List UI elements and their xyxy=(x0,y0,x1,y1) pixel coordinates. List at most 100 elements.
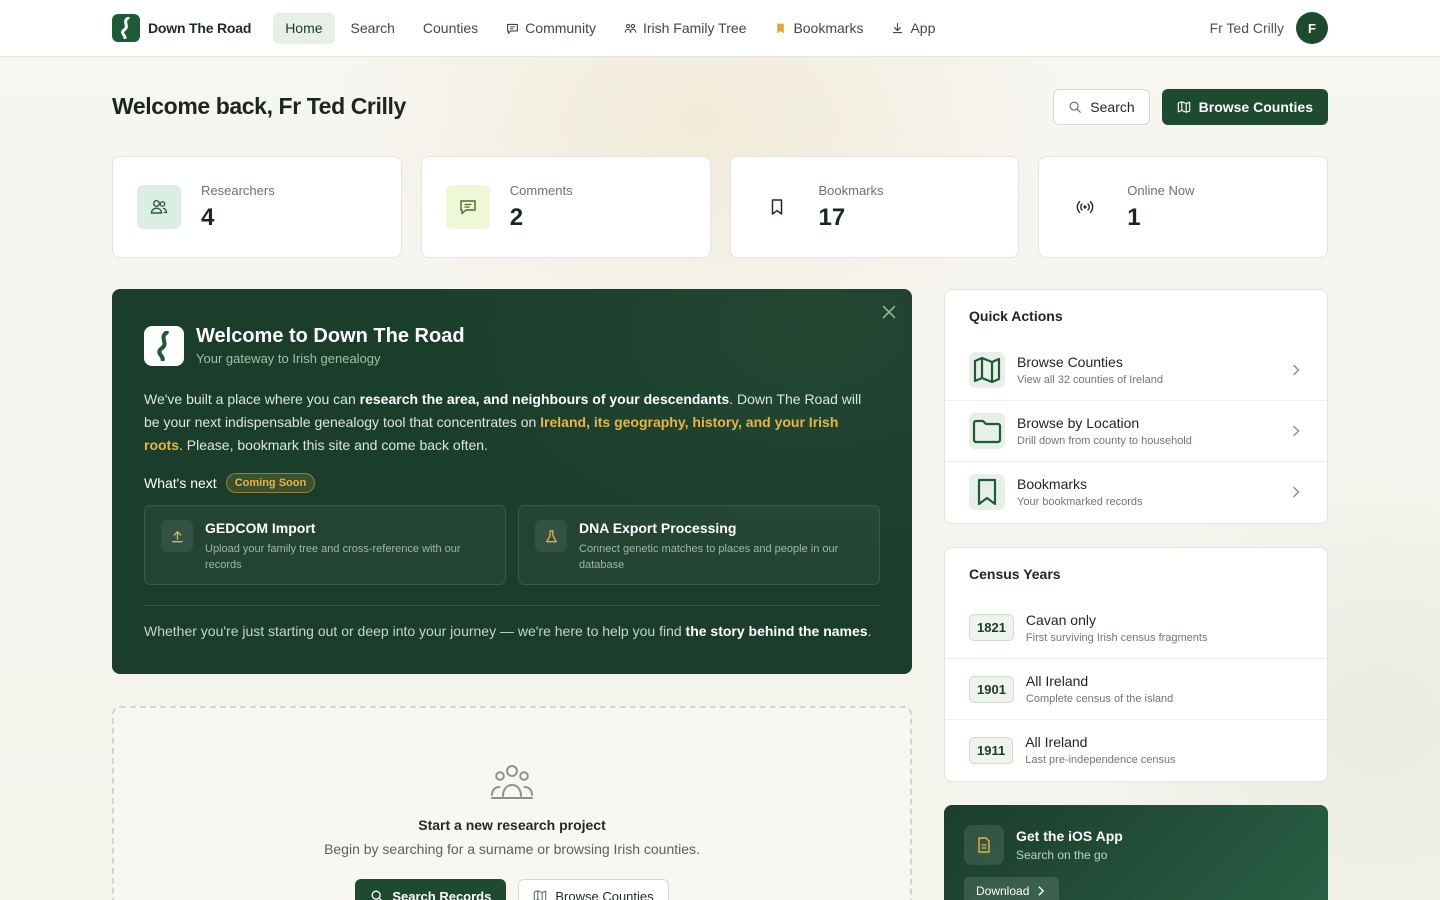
whats-next-label: What's next xyxy=(144,475,217,491)
feature-desc: Upload your family tree and cross-refere… xyxy=(205,543,461,571)
qa-title: Browse Counties xyxy=(1017,353,1123,370)
broadcast-icon xyxy=(1063,185,1107,229)
feature-title: DNA Export Processing xyxy=(579,520,737,536)
bookmark-icon xyxy=(755,185,799,229)
app-promo-subtitle: Search on the go xyxy=(1016,848,1108,862)
qa-desc: Drill down from county to household xyxy=(1017,435,1192,447)
stat-value: 17 xyxy=(818,203,846,231)
download-app-label: Download xyxy=(976,884,1030,898)
census-item: 1911 All Ireland Last pre-independence c… xyxy=(945,719,1327,780)
stat-value: 1 xyxy=(1127,203,1141,231)
census-year: 1901 xyxy=(969,675,1014,703)
stat-online-now: Online Now 1 xyxy=(1038,156,1328,258)
nav-bookmarks-label: Bookmarks xyxy=(793,20,864,36)
coming-soon-badge: Coming Soon xyxy=(225,473,316,493)
download-icon xyxy=(893,22,903,33)
feature-dna: DNA Export Processing Connect genetic ma… xyxy=(518,505,880,585)
stats-row: Researchers 4 Comments 2 Bookmarks 17 On… xyxy=(112,156,1328,258)
map-icon xyxy=(969,351,1005,388)
ios-app-card: Get the iOS App Search on the go Downloa… xyxy=(944,805,1328,900)
stat-label: Bookmarks xyxy=(818,182,884,198)
nav-search-label: Search xyxy=(350,20,395,36)
header-browse-counties-button[interactable]: Browse Counties xyxy=(1161,89,1328,125)
map-icon xyxy=(1177,101,1190,113)
search-records-label: Search Records xyxy=(392,888,492,900)
welcome-subtitle: Your gateway to Irish genealogy xyxy=(196,351,381,366)
brand-logo-icon xyxy=(112,14,140,42)
census-title: All Ireland xyxy=(1025,734,1088,750)
brand-name: Down The Road xyxy=(148,20,252,36)
welcome-card: Welcome to Down The Road Your gateway to… xyxy=(112,289,912,674)
nav-community[interactable]: Community xyxy=(494,13,608,44)
nav-home[interactable]: Home xyxy=(273,12,335,44)
census-desc: Complete census of the island xyxy=(1025,693,1174,705)
welcome-text: We've built a place where you can resear… xyxy=(144,391,862,453)
quick-action-browse-counties[interactable]: Browse Counties View all 32 counties of … xyxy=(945,339,1327,400)
upload-icon xyxy=(161,520,193,552)
nav-counties[interactable]: Counties xyxy=(411,13,490,44)
header-search-label: Search xyxy=(1090,99,1135,115)
census-title: Cavan only xyxy=(1025,611,1096,628)
stat-label: Online Now xyxy=(1127,182,1195,198)
welcome-footer: Whether you're just starting out or deep… xyxy=(144,623,872,639)
avatar[interactable]: F xyxy=(1296,12,1328,44)
census-year: 1821 xyxy=(969,614,1014,641)
quick-action-bookmarks[interactable]: Bookmarks Your bookmarked records xyxy=(945,461,1327,522)
census-title: All Ireland xyxy=(1025,673,1089,689)
census-years-panel: Census Years 1821 Cavan only First survi… xyxy=(944,547,1328,782)
nav-counties-label: Counties xyxy=(422,20,479,36)
group-icon xyxy=(491,765,533,799)
download-app-button[interactable]: Download xyxy=(964,877,1060,900)
user-name[interactable]: Fr Ted Crilly xyxy=(1210,20,1284,36)
census-desc: Last pre-independence census xyxy=(1025,754,1176,766)
empty-title: Start a new research project xyxy=(418,817,606,833)
folder-icon xyxy=(969,413,1005,449)
nav-home-label: Home xyxy=(285,20,323,36)
empty-browse-counties-button[interactable]: Browse Counties xyxy=(518,879,669,900)
welcome-title: Welcome to Down The Road xyxy=(196,325,465,347)
chevron-right-icon xyxy=(1038,886,1045,896)
header-search-button[interactable]: Search xyxy=(1053,89,1150,125)
users-icon xyxy=(137,185,181,229)
census-item: 1821 Cavan only First surviving Irish ce… xyxy=(945,597,1327,658)
brand[interactable]: Down The Road xyxy=(112,14,251,42)
nav-app-label: App xyxy=(910,20,936,36)
stat-researchers: Researchers 4 xyxy=(112,156,402,258)
chevron-right-icon xyxy=(1293,364,1300,375)
stat-label: Comments xyxy=(509,182,573,198)
app-promo-title: Get the iOS App xyxy=(1016,828,1123,844)
chevron-right-icon xyxy=(1293,486,1300,498)
nav-community-label: Community xyxy=(525,20,596,36)
feature-gedcom: GEDCOM Import Upload your family tree an… xyxy=(144,505,506,585)
qa-title: Browse by Location xyxy=(1017,415,1140,431)
qa-desc: View all 32 counties of Ireland xyxy=(1017,373,1163,386)
qa-desc: Your bookmarked records xyxy=(1017,496,1143,508)
bookmark-icon xyxy=(777,23,785,33)
header-browse-label: Browse Counties xyxy=(1198,99,1313,115)
quick-actions-title: Quick Actions xyxy=(969,308,1063,324)
stat-value: 4 xyxy=(201,203,215,231)
nav-app[interactable]: App xyxy=(879,13,947,44)
feature-desc: Connect genetic matches to places and pe… xyxy=(579,543,839,571)
chevron-right-icon xyxy=(1293,425,1300,437)
top-nav: Down The Road Home Search Counties Commu… xyxy=(0,0,1440,57)
stat-label: Researchers xyxy=(201,182,275,198)
document-icon xyxy=(964,825,1004,865)
bookmark-icon xyxy=(969,474,1005,510)
nav-family-tree[interactable]: Irish Family Tree xyxy=(612,13,758,44)
quick-action-browse-location[interactable]: Browse by Location Drill down from count… xyxy=(945,400,1327,461)
welcome-logo-icon xyxy=(144,325,184,366)
search-icon xyxy=(1069,101,1082,113)
map-icon xyxy=(534,890,547,900)
empty-project-card: Start a new research project Begin by se… xyxy=(112,706,912,900)
family-tree-icon xyxy=(624,23,637,33)
census-desc: First surviving Irish census fragments xyxy=(1025,631,1208,644)
close-icon[interactable] xyxy=(880,303,898,321)
nav-family-tree-label: Irish Family Tree xyxy=(642,20,747,36)
empty-desc: Begin by searching for a surname or brow… xyxy=(324,841,700,857)
nav-bookmarks[interactable]: Bookmarks xyxy=(762,13,875,44)
stat-value: 2 xyxy=(509,203,524,231)
nav-search[interactable]: Search xyxy=(339,13,407,44)
qa-title: Bookmarks xyxy=(1017,476,1088,492)
search-records-button[interactable]: Search Records xyxy=(355,879,507,900)
